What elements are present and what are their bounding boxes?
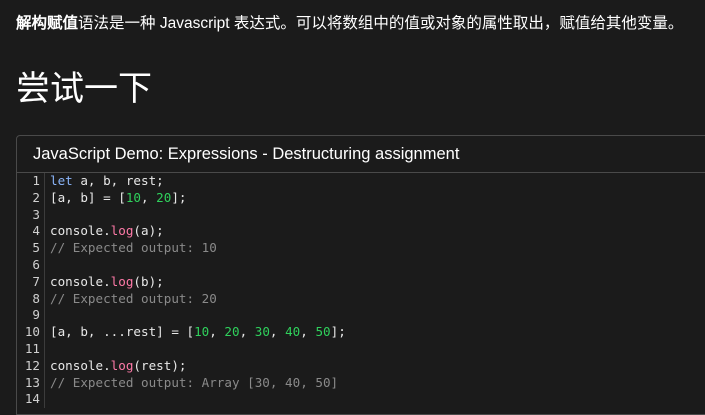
- code-line: 12 console.log(rest);: [17, 357, 705, 375]
- code-number: 50: [315, 324, 331, 340]
- code-line: 4 console.log(a);: [17, 223, 705, 241]
- code-line: 6: [17, 256, 705, 274]
- code-content: [a, b, ...rest] = [10, 20, 30, 40, 50];: [45, 324, 346, 341]
- line-number: 5: [17, 240, 45, 257]
- line-number: 10: [17, 324, 45, 341]
- code-line: 2 [a, b] = [10, 20];: [17, 189, 705, 207]
- line-number: 4: [17, 223, 45, 241]
- code-text: a, b, rest;: [72, 173, 164, 188]
- code-line: 10 [a, b, ...rest] = [10, 20, 30, 40, 50]…: [17, 324, 705, 341]
- code-number: 10: [125, 189, 141, 205]
- code-content: // Expected output: Array [30, 40, 50]: [45, 375, 338, 392]
- code-content: console.log(a);: [45, 223, 164, 240]
- code-comment: // Expected output: Array [30, 40, 50]: [50, 374, 339, 390]
- code-function: log: [110, 223, 134, 239]
- line-number: 1: [17, 173, 45, 190]
- code-comment: // Expected output: 10: [50, 240, 217, 256]
- section-heading: 尝试一下: [16, 69, 152, 109]
- line-number: 8: [17, 290, 45, 308]
- line-number: 12: [17, 357, 45, 375]
- code-text: console.: [50, 273, 111, 289]
- code-text: ,: [300, 324, 316, 340]
- intro-paragraph: 解构赋值语法是一种 Javascript 表达式。可以将数组中的值或对象的属性取…: [16, 14, 683, 34]
- interactive-demo: JavaScript Demo: Expressions - Destructu…: [16, 135, 705, 415]
- line-number: 11: [17, 340, 45, 358]
- code-content: [45, 207, 50, 224]
- code-text: [a, b, ...rest] = [: [50, 324, 195, 340]
- line-number: 9: [17, 307, 45, 325]
- code-content: console.log(b);: [45, 274, 164, 291]
- code-text: ,: [239, 324, 255, 340]
- code-line: 8 // Expected output: 20: [17, 290, 705, 308]
- code-number: 20: [156, 189, 172, 205]
- line-number: 14: [17, 391, 45, 409]
- code-line: 14: [17, 391, 705, 409]
- code-content: [45, 307, 50, 324]
- code-line: 5 // Expected output: 10: [17, 240, 705, 257]
- code-content: console.log(rest);: [45, 358, 187, 375]
- intro-text: 语法是一种 Javascript 表达式。可以将数组中的值或对象的属性取出，赋值…: [78, 15, 684, 32]
- code-line: 11: [17, 340, 705, 358]
- code-text: ,: [141, 189, 157, 205]
- code-text: (b);: [133, 273, 164, 289]
- code-function: log: [110, 357, 134, 373]
- code-text: ,: [269, 324, 286, 340]
- code-text: ];: [330, 324, 346, 340]
- code-content: // Expected output: 10: [45, 240, 217, 257]
- code-content: // Expected output: 20: [45, 291, 217, 308]
- intro-term: 解构赋值: [16, 15, 79, 32]
- line-number: 7: [17, 273, 45, 291]
- code-content: [a, b] = [10, 20];: [45, 190, 187, 207]
- code-line: 13 // Expected output: Array [30, 40, 50]: [17, 374, 705, 392]
- code-number: 10: [194, 324, 210, 340]
- code-text: console.: [50, 223, 111, 239]
- line-number: 3: [17, 206, 45, 224]
- code-content: let a, b, rest;: [45, 173, 164, 190]
- code-comment: // Expected output: 20: [50, 290, 217, 306]
- code-editor[interactable]: 1 let a, b, rest; 2 [a, b] = [10, 20]; 3 4 con…: [17, 173, 705, 414]
- code-number: 40: [285, 324, 301, 340]
- code-line: 7 console.log(b);: [17, 273, 705, 291]
- code-line: 3: [17, 206, 705, 224]
- code-content: [45, 341, 50, 358]
- code-line: 1 let a, b, rest;: [17, 173, 705, 190]
- code-content: [45, 391, 50, 408]
- code-text: ,: [209, 324, 225, 340]
- code-content: [45, 257, 50, 274]
- code-text: (rest);: [133, 357, 187, 373]
- code-number: 30: [254, 324, 270, 340]
- code-text: [a, b] = [: [50, 189, 126, 205]
- code-text: ];: [171, 189, 187, 205]
- code-text: (a);: [133, 223, 164, 239]
- code-number: 20: [224, 324, 240, 340]
- code-text: console.: [50, 357, 111, 373]
- line-number: 13: [17, 374, 45, 392]
- line-number: 2: [17, 189, 45, 207]
- line-number: 6: [17, 256, 45, 274]
- code-keyword: let: [50, 173, 73, 188]
- demo-title: JavaScript Demo: Expressions - Destructu…: [17, 136, 705, 173]
- code-line: 9: [17, 307, 705, 325]
- code-function: log: [110, 273, 134, 289]
